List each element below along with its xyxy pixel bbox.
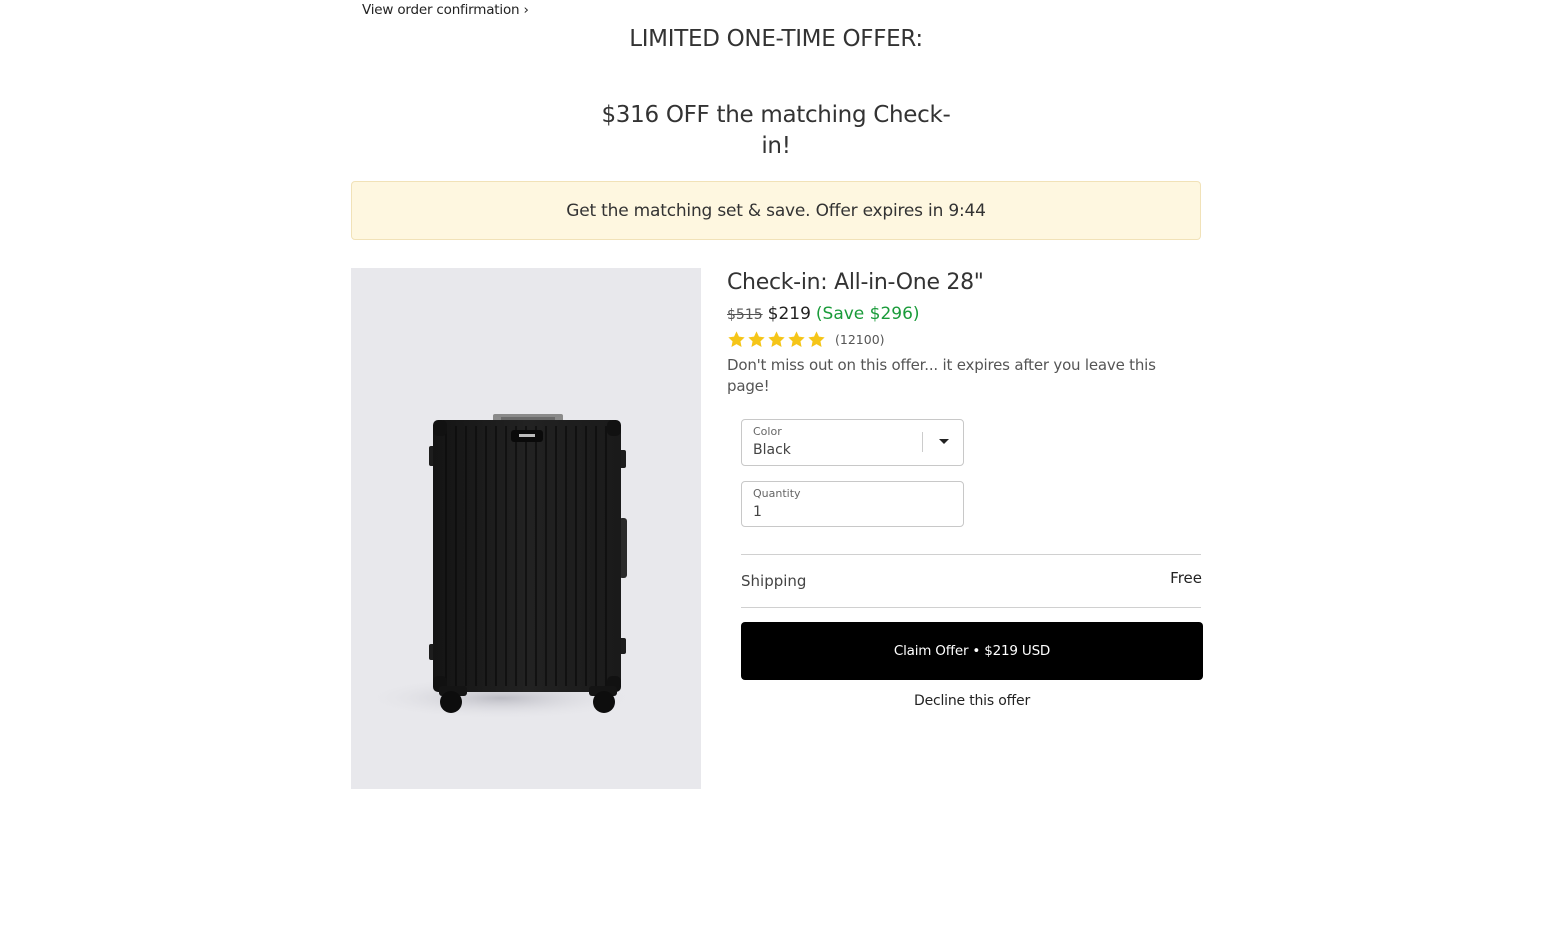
banner-text: Get the matching set & save. Offer expir…: [566, 200, 986, 221]
color-label: Color: [753, 425, 782, 438]
product-image: [351, 268, 701, 789]
shipping-value: Free: [1170, 569, 1202, 587]
savings-amount: (Save $296): [815, 304, 920, 324]
claim-offer-button[interactable]: Claim Offer • $219 USD: [741, 622, 1203, 680]
star-icon: [748, 331, 765, 347]
quantity-label: Quantity: [753, 487, 801, 500]
divider: [741, 607, 1201, 608]
suitcase-image: [361, 414, 641, 720]
chevron-down-icon: [939, 439, 949, 444]
offer-timer-banner: Get the matching set & save. Offer expir…: [351, 181, 1201, 240]
star-icon: [808, 331, 825, 347]
decline-offer-link[interactable]: Decline this offer: [741, 693, 1203, 709]
star-icon: [728, 331, 745, 347]
price-row: $515 $219 (Save $296): [727, 304, 1203, 324]
star-icon: [768, 331, 785, 347]
select-divider: [922, 432, 923, 452]
color-select[interactable]: Color Black: [741, 419, 964, 466]
offer-subheadline: $316 OFF the matching Check-in!: [601, 102, 951, 159]
review-count[interactable]: (12100): [835, 332, 885, 347]
view-order-confirmation-link[interactable]: View order confirmation ›: [362, 2, 529, 18]
quantity-value[interactable]: 1: [753, 504, 762, 520]
quantity-input[interactable]: Quantity 1: [741, 481, 964, 527]
star-rating: [727, 330, 826, 349]
divider: [741, 554, 1201, 555]
sale-price: $219: [767, 304, 811, 324]
original-price: $515: [727, 307, 763, 323]
star-icon: [788, 331, 805, 347]
product-title: Check-in: All-in-One 28": [727, 270, 984, 295]
shipping-label: Shipping: [741, 572, 807, 590]
rating-row: (12100): [727, 330, 1203, 349]
offer-headline: LIMITED ONE-TIME OFFER:: [629, 26, 923, 52]
product-details: Check-in: All-in-One 28" $515 $219 (Save…: [727, 268, 1203, 397]
urgency-text: Don't miss out on this offer... it expir…: [727, 356, 1156, 395]
color-value: Black: [753, 442, 791, 458]
